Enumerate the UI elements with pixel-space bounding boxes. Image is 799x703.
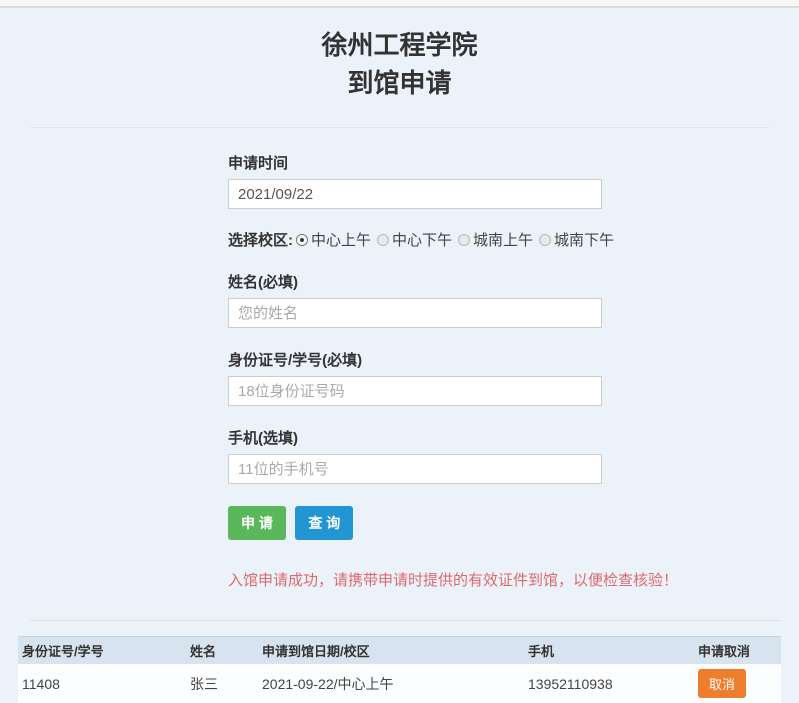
apply-button[interactable]: 申 请 [228,506,286,540]
radio-campus-center-am[interactable]: 中心上午 [296,229,371,250]
radio-unselected-icon[interactable] [458,234,470,246]
id-input[interactable] [228,376,602,406]
page-header: 徐州工程学院 到馆申请 [0,8,799,102]
page-title-line1: 徐州工程学院 [0,26,799,64]
cell-date-campus: 2021-09-22/中心上午 [258,664,524,703]
radio-campus-south-am[interactable]: 城南上午 [458,229,533,250]
cell-phone: 13952110938 [524,664,694,703]
col-header-cancel: 申请取消 [694,637,781,665]
phone-label: 手机(选填) [228,431,602,447]
results-table: 身份证号/学号 姓名 申请到馆日期/校区 手机 申请取消 11408 张三 20… [18,636,781,703]
name-label: 姓名(必填) [228,275,602,291]
phone-input[interactable] [228,454,602,484]
results-divider [30,620,781,621]
campus-radio-group: 选择校区: 中心上午 中心下午 城南上午 城南下午 [228,229,602,250]
page-title-line2: 到馆申请 [0,64,799,102]
id-label: 身份证号/学号(必填) [228,353,602,369]
radio-label[interactable]: 中心下午 [392,229,452,250]
query-button[interactable]: 查 询 [295,506,353,540]
radio-campus-south-pm[interactable]: 城南下午 [539,229,614,250]
top-strip [0,0,799,8]
col-header-date-campus: 申请到馆日期/校区 [258,637,524,665]
apply-time-input[interactable] [228,179,602,209]
phone-field: 手机(选填) [228,431,602,484]
cell-name: 张三 [186,664,258,703]
campus-label: 选择校区: [228,229,293,250]
cell-cancel: 取消 [694,664,781,703]
success-message: 入馆申请成功，请携带申请时提供的有效证件到馆，以便检查核验！ [228,570,680,591]
radio-label[interactable]: 中心上午 [311,229,371,250]
name-input[interactable] [228,298,602,328]
cancel-button[interactable]: 取消 [698,669,746,698]
apply-time-field: 申请时间 [228,156,602,209]
radio-unselected-icon[interactable] [539,234,551,246]
apply-time-label: 申请时间 [228,156,602,172]
header-divider [30,127,769,128]
col-header-name: 姓名 [186,637,258,665]
id-field: 身份证号/学号(必填) [228,353,602,406]
col-header-id: 身份证号/学号 [18,637,186,665]
radio-label[interactable]: 城南上午 [473,229,533,250]
col-header-phone: 手机 [524,637,694,665]
cell-id: 11408 [18,664,186,703]
application-form: 申请时间 选择校区: 中心上午 中心下午 城南上午 城南下午 姓名(必填) 身份… [228,156,602,591]
name-field: 姓名(必填) [228,275,602,328]
table-row: 11408 张三 2021-09-22/中心上午 13952110938 取消 [18,664,781,703]
form-actions: 申 请 查 询 [228,506,602,540]
table-header-row: 身份证号/学号 姓名 申请到馆日期/校区 手机 申请取消 [18,637,781,665]
radio-unselected-icon[interactable] [377,234,389,246]
radio-label[interactable]: 城南下午 [554,229,614,250]
radio-selected-icon[interactable] [296,234,308,246]
radio-campus-center-pm[interactable]: 中心下午 [377,229,452,250]
